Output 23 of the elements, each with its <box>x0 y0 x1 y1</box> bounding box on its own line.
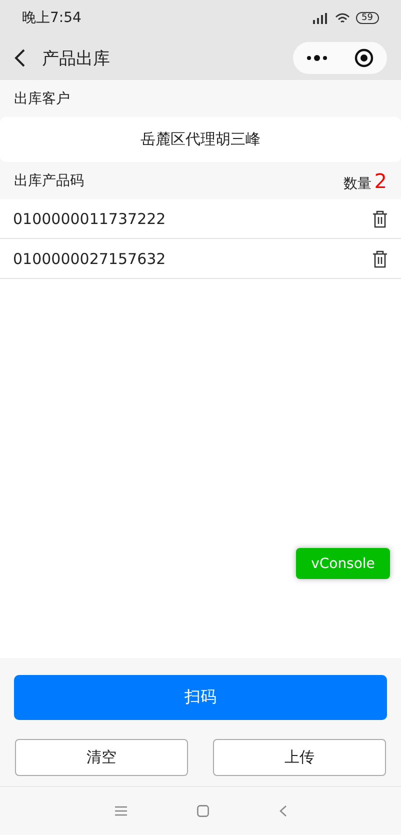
back-icon[interactable] <box>14 49 26 67</box>
action-button[interactable]: 上传 <box>213 739 386 776</box>
page-title: 产品出库 <box>42 48 111 70</box>
count-label: 数量 <box>343 174 372 192</box>
products-label: 出库产品码 <box>14 172 84 190</box>
customer-label: 出库客户 <box>14 90 70 108</box>
trash-icon[interactable] <box>372 210 388 228</box>
scan-button[interactable]: 扫码 <box>14 675 387 720</box>
status-time: 晚上7:54 <box>22 9 82 27</box>
more-icon[interactable] <box>306 55 328 61</box>
action-button[interactable]: 清空 <box>15 739 188 776</box>
battery-level: 59 <box>356 12 379 24</box>
wifi-icon <box>334 12 350 24</box>
customer-field[interactable]: 岳麓区代理胡三峰 <box>0 117 401 162</box>
signal-icon <box>312 12 329 24</box>
close-icon[interactable] <box>354 48 374 68</box>
product-code: 0100000027157632 <box>13 250 166 268</box>
home-icon[interactable] <box>196 805 208 817</box>
count-value: 2 <box>374 168 387 192</box>
trash-icon[interactable] <box>372 250 388 268</box>
menu-icon[interactable] <box>114 806 126 816</box>
capsule-menu[interactable] <box>293 42 387 74</box>
product-code: 0100000011737222 <box>13 210 166 228</box>
